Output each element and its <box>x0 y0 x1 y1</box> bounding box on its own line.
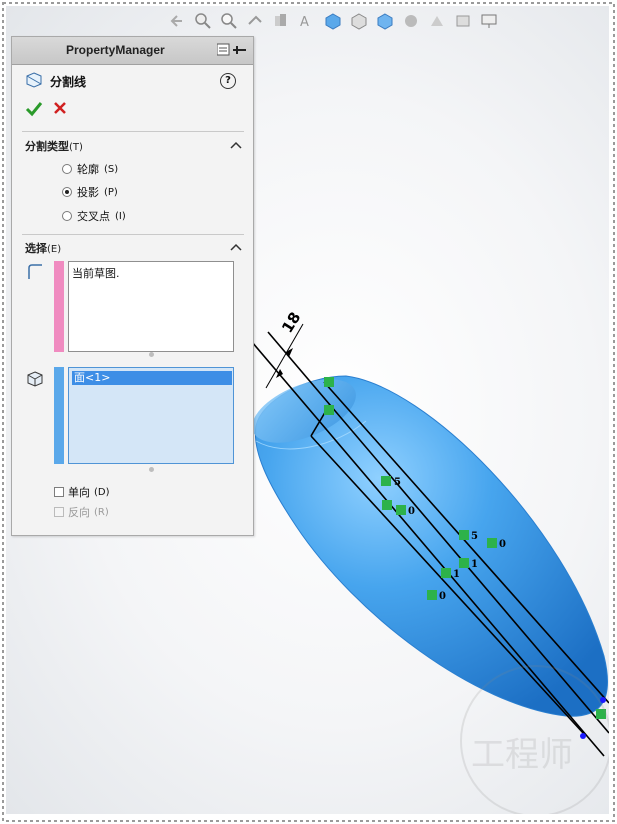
radio-hotkey: (I) <box>115 210 126 222</box>
radio-hotkey: (S) <box>104 163 119 175</box>
dimension-value[interactable]: 18 <box>278 309 304 336</box>
checkbox-label: 单向 <box>68 486 90 499</box>
relation-label: 1 <box>471 559 478 570</box>
radio-label: 轮廓 <box>77 163 99 176</box>
checkbox[interactable] <box>54 487 64 497</box>
sketch-selection-box[interactable]: 当前草图. <box>68 261 234 352</box>
edit-appearance-icon[interactable] <box>400 11 422 31</box>
sketch-selection-icon <box>26 263 44 284</box>
property-manager-header: PropertyManager <box>12 37 253 65</box>
separator <box>22 131 244 132</box>
previous-view-icon[interactable] <box>166 11 188 31</box>
pin-icon[interactable] <box>216 43 247 60</box>
collapse-chevron-icon[interactable] <box>230 243 242 251</box>
selection-hotkey: (E) <box>47 244 62 255</box>
app-window: 18 5 0 5 0 1 1 0 工程师 A PropertyManager 分… <box>0 0 617 824</box>
view-orientation-icon[interactable] <box>322 11 344 31</box>
reverse-direction-checkbox[interactable]: 反向 (R) <box>54 504 109 520</box>
checkbox[interactable] <box>54 507 64 517</box>
relation-label: 1 <box>453 569 460 580</box>
section-view-icon[interactable] <box>270 11 292 31</box>
face-selection-icon <box>26 370 44 391</box>
radio-label: 交叉点 <box>77 210 110 223</box>
relation-label: 5 <box>471 531 478 542</box>
feature-name: 分割线 <box>50 75 87 89</box>
sketch-selection-item[interactable]: 当前草图. <box>72 265 120 281</box>
face-selection-item[interactable]: 面<1> <box>72 371 232 385</box>
relation-label: 5 <box>394 477 401 488</box>
resize-grip[interactable] <box>149 467 154 472</box>
radio-button-selected[interactable] <box>62 187 72 197</box>
checkbox-hotkey: (R) <box>94 506 109 518</box>
separator <box>22 234 244 235</box>
view-settings-icon[interactable] <box>452 11 474 31</box>
display-style-icon[interactable] <box>348 11 370 31</box>
dynamic-annotation-icon[interactable]: A <box>296 11 318 31</box>
watermark-text: 工程师 <box>471 735 573 775</box>
ok-button[interactable] <box>25 100 43 118</box>
help-icon[interactable]: ? <box>220 73 236 89</box>
relation-label: 0 <box>499 539 506 550</box>
resize-grip[interactable] <box>149 352 154 357</box>
split-body[interactable] <box>243 366 609 717</box>
checkbox-hotkey: (D) <box>94 486 110 498</box>
zoom-area-icon[interactable] <box>218 11 240 31</box>
checkbox-label: 反向 <box>68 506 90 519</box>
dimension-18[interactable]: 18 <box>265 309 304 389</box>
split-type-title: 分割类型 <box>25 140 69 153</box>
radio-silhouette[interactable]: 轮廓 (S) <box>62 161 118 177</box>
feature-header: 分割线 ? <box>12 70 253 92</box>
split-line-icon <box>25 71 43 92</box>
radio-intersection[interactable]: 交叉点 (I) <box>62 208 126 224</box>
previous-view-arrow-icon[interactable] <box>244 11 266 31</box>
face-color-bar <box>54 367 64 464</box>
relation-label: 0 <box>439 591 446 602</box>
monitor-icon[interactable] <box>478 11 500 31</box>
zoom-to-fit-icon[interactable] <box>192 11 214 31</box>
radio-button[interactable] <box>62 164 72 174</box>
svg-text:A: A <box>300 15 309 30</box>
selection-title: 选择 <box>25 242 47 255</box>
split-type-section-title[interactable]: 分割类型(T) <box>25 138 83 154</box>
radio-projection[interactable]: 投影 (P) <box>62 184 118 200</box>
view-toolbar: A <box>166 8 500 34</box>
radio-label: 投影 <box>77 186 99 199</box>
apply-scene-icon[interactable] <box>426 11 448 31</box>
cancel-button[interactable] <box>52 100 68 116</box>
property-manager-panel: PropertyManager 分割线 ? 分割类型(T) 轮廓 (S) 投影 … <box>11 36 254 536</box>
split-type-hotkey: (T) <box>69 142 83 153</box>
single-direction-checkbox[interactable]: 单向 (D) <box>54 484 110 500</box>
sketch-color-bar <box>54 261 64 352</box>
property-manager-title: PropertyManager <box>66 43 165 57</box>
radio-hotkey: (P) <box>104 186 118 198</box>
hide-show-items-icon[interactable] <box>374 11 396 31</box>
collapse-chevron-icon[interactable] <box>230 141 242 149</box>
selection-section-title[interactable]: 选择(E) <box>25 240 61 256</box>
radio-button[interactable] <box>62 211 72 221</box>
face-selection-box[interactable]: 面<1> <box>68 367 234 464</box>
relation-label: 0 <box>408 506 415 517</box>
